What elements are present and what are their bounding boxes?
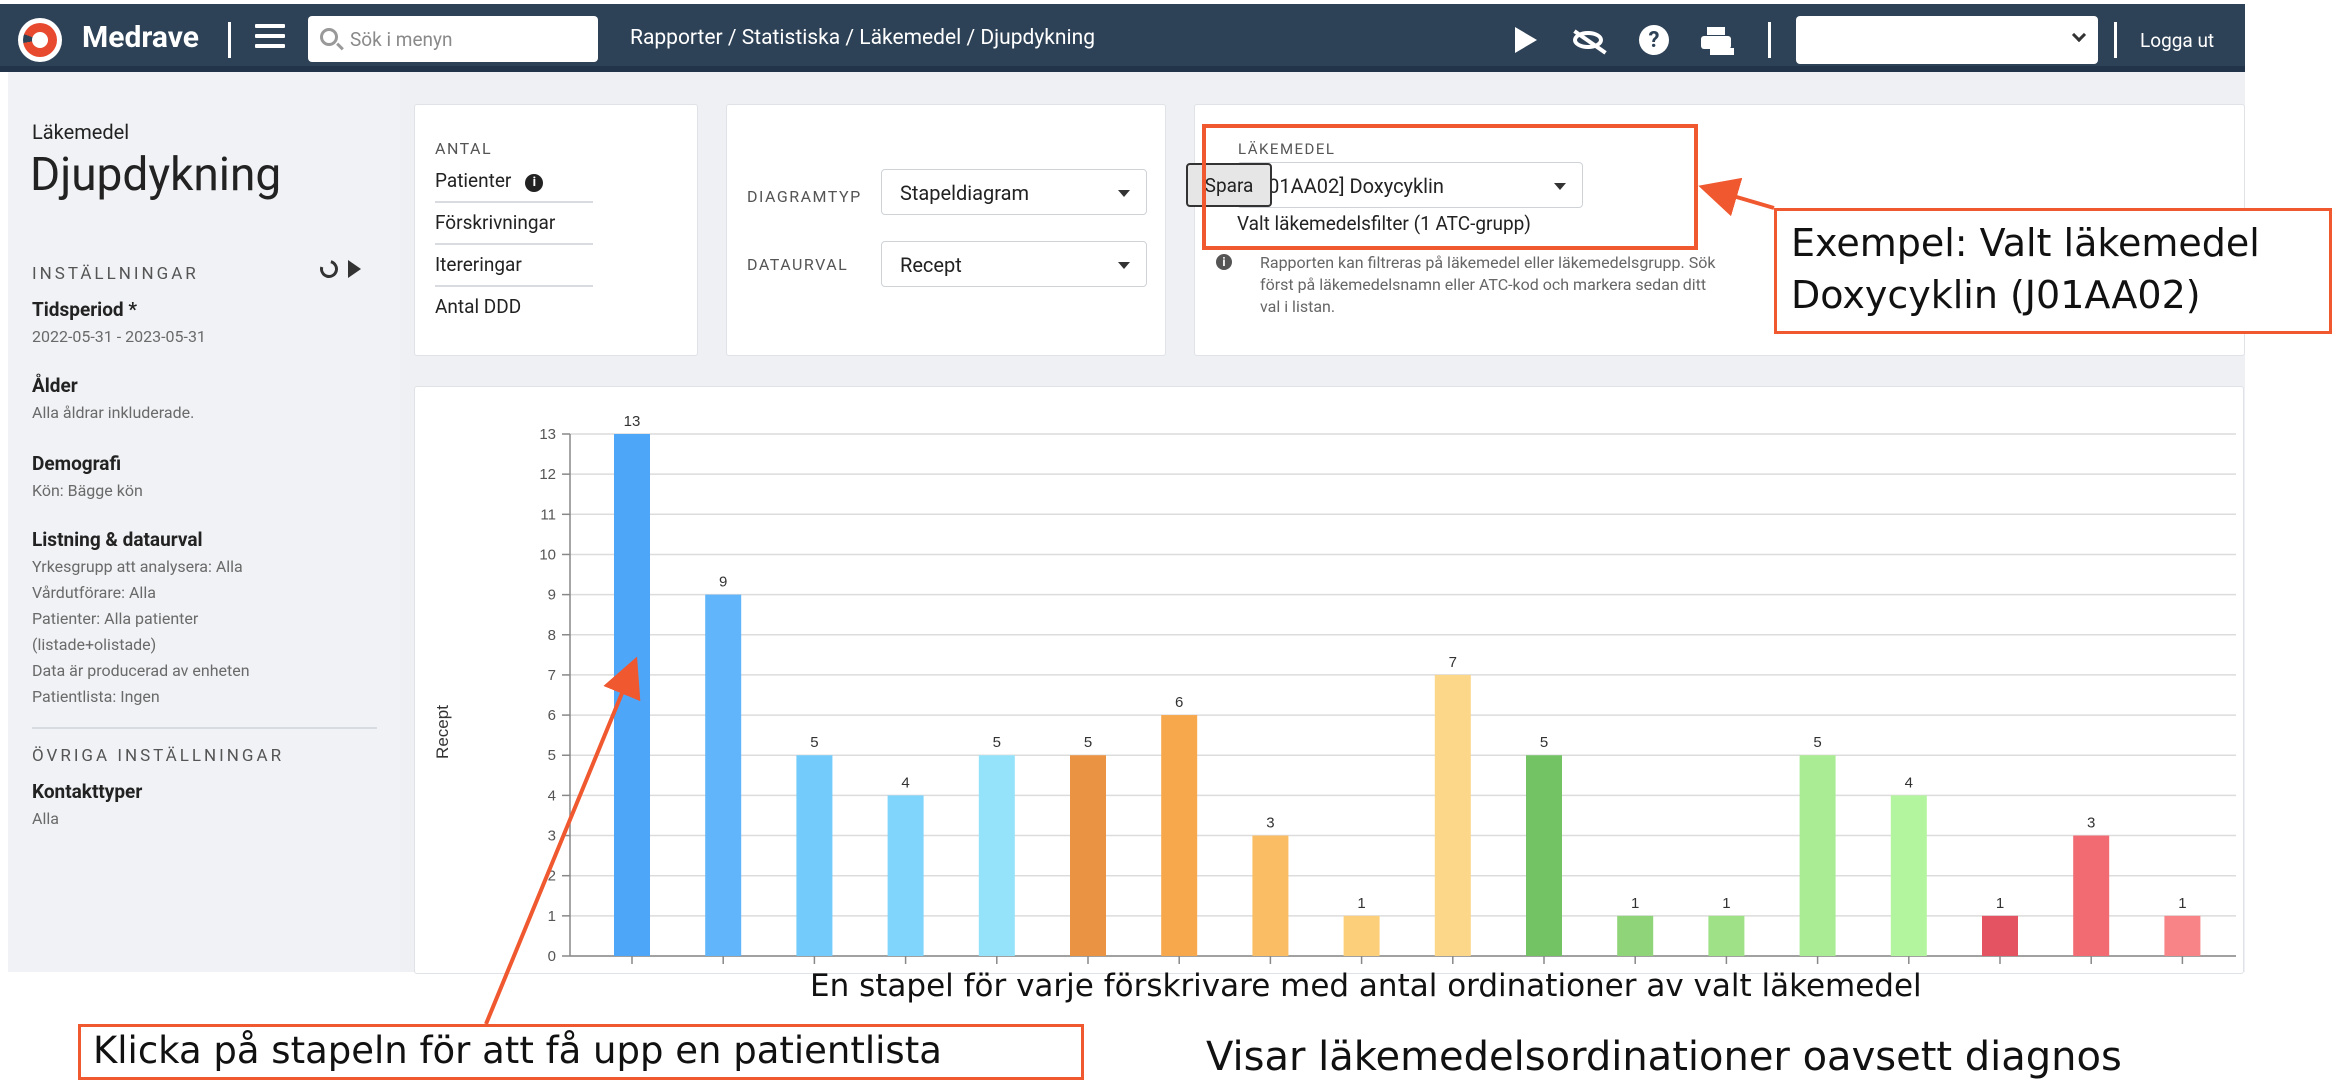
bar-value-label: 1 [1722,895,1730,912]
y-tick-label: 13 [539,426,556,443]
bar-value-label: 1 [1631,895,1639,912]
bar-value-label: 1 [1996,895,2004,912]
prescriber-bar[interactable] [1708,915,1745,956]
prescriber-bar[interactable] [1890,795,1927,956]
bar-value-label: 4 [1905,774,1913,791]
y-tick-label: 5 [548,747,556,764]
y-tick-label: 8 [548,627,556,644]
y-tick-label: 4 [548,787,556,804]
bar-value-label: 3 [2087,815,2095,832]
prescriber-bar[interactable] [1434,674,1471,956]
bar-value-label: 7 [1449,654,1457,671]
bar-value-label: 1 [1357,895,1365,912]
y-tick-label: 11 [540,506,556,523]
bar-value-label: 1 [2178,895,2186,912]
drug-example-callout: Exempel: Valt läkemedel Doxycyklin (J01A… [1774,208,2332,334]
y-tick-label: 6 [548,707,556,724]
y-tick-label: 9 [548,587,556,604]
y-tick-label: 7 [548,667,556,684]
prescriber-bar[interactable] [614,434,650,956]
callout-line: Doxycyklin (J01AA02) [1791,273,2201,317]
bar-value-label: 5 [1084,734,1092,751]
prescriber-bar[interactable] [705,594,742,956]
y-tick-label: 2 [548,868,556,885]
bar-value-label: 4 [901,774,909,791]
prescriber-bar[interactable] [1343,915,1380,956]
callout-line: Exempel: Valt läkemedel [1791,221,2260,265]
bar-value-label: 5 [1813,734,1821,751]
bar-value-label: 5 [993,734,1001,751]
prescriber-bar[interactable] [1252,835,1289,956]
y-tick-label: 3 [548,828,556,845]
y-tick-label: 0 [548,948,556,965]
bar-value-label: 9 [719,574,727,591]
bar-value-label: 5 [810,734,818,751]
prescriber-bar[interactable] [2164,915,2201,956]
prescriber-bar[interactable] [1799,755,1836,956]
prescriber-bar[interactable] [887,795,924,956]
prescriber-bar[interactable] [2073,835,2110,956]
bar-value-label: 6 [1175,694,1183,711]
prescriber-bar[interactable] [1982,915,2018,956]
prescriber-bar[interactable] [978,755,1015,956]
y-tick-label: 10 [539,546,556,563]
y-tick-label: 12 [539,466,556,483]
prescriber-bar[interactable] [1526,755,1562,956]
diagnosis-note: Visar läkemedelsordinationer oavsett dia… [1206,1034,2122,1080]
bar-value-label: 3 [1266,815,1274,832]
bar-chart: 012345678910111213Recept139545 5631751 154… [433,413,2236,965]
bar-value-label: 5 [1540,734,1548,751]
y-axis-label: Recept [433,705,452,759]
y-tick-label: 1 [548,908,556,925]
prescriber-bar[interactable] [1070,755,1106,956]
prescriber-bar[interactable] [1161,715,1198,956]
click-hint-callout: Klicka på stapeln för att få upp en pati… [78,1024,1084,1080]
drug-highlight-box [1202,124,1698,250]
bar-caption: En stapel för varje förskrivare med anta… [810,968,1922,1004]
prescriber-bar[interactable] [796,755,833,956]
bar-value-label: 13 [624,413,641,430]
prescriber-bar[interactable] [1617,915,1654,956]
